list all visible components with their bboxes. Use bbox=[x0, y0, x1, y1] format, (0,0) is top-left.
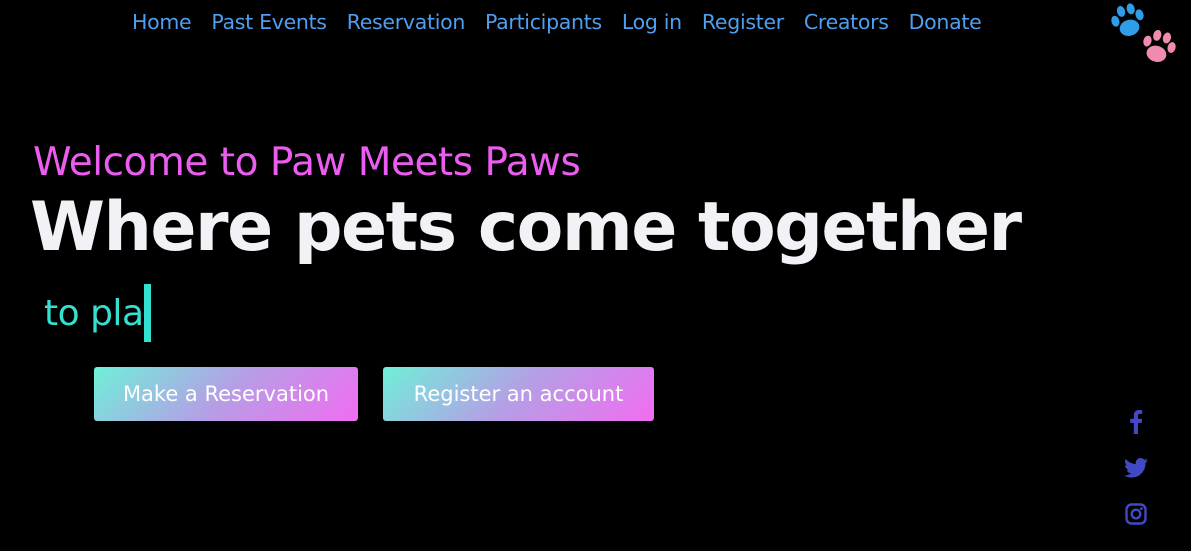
twitter-icon[interactable] bbox=[1124, 456, 1148, 480]
page: Home Past Events Reservation Participant… bbox=[0, 0, 1191, 551]
nav-donate-link[interactable]: Donate bbox=[899, 10, 992, 34]
instagram-icon[interactable] bbox=[1124, 502, 1148, 526]
nav-participants-link[interactable]: Participants bbox=[475, 10, 612, 34]
nav-past-events-link[interactable]: Past Events bbox=[201, 10, 336, 34]
typed-text: to pla bbox=[44, 292, 144, 334]
nav-login-link[interactable]: Log in bbox=[612, 10, 692, 34]
nav-creators-link[interactable]: Creators bbox=[794, 10, 899, 34]
register-account-button[interactable]: Register an account bbox=[383, 367, 654, 421]
nav-reservation-link[interactable]: Reservation bbox=[337, 10, 475, 34]
facebook-icon[interactable] bbox=[1124, 410, 1148, 434]
main-nav: Home Past Events Reservation Participant… bbox=[122, 10, 991, 34]
nav-home-link[interactable]: Home bbox=[122, 10, 201, 34]
hero-headline: Where pets come together bbox=[30, 188, 1022, 267]
typed-tagline: to pla bbox=[44, 284, 151, 342]
paw-prints-icon[interactable] bbox=[1106, 0, 1182, 70]
welcome-heading: Welcome to Paw Meets Paws bbox=[33, 140, 581, 185]
make-reservation-button[interactable]: Make a Reservation bbox=[94, 367, 358, 421]
nav-register-link[interactable]: Register bbox=[692, 10, 794, 34]
typing-cursor bbox=[143, 284, 151, 342]
